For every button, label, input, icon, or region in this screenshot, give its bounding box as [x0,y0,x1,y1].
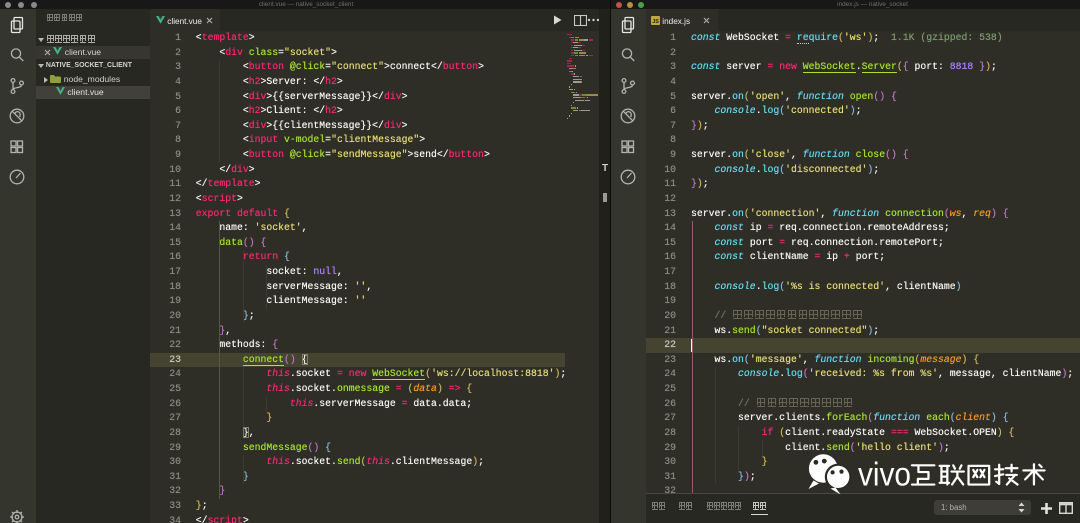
svg-text:JS: JS [652,19,659,25]
svg-text:vivo: vivo [858,457,911,494]
